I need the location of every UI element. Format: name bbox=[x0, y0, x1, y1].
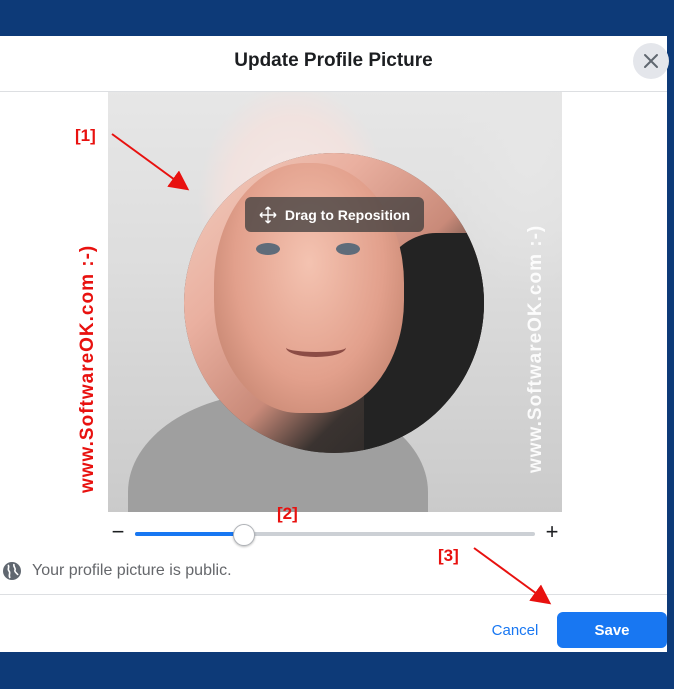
close-button[interactable] bbox=[633, 43, 669, 79]
drag-hint-label: Drag to Reposition bbox=[284, 206, 411, 223]
zoom-out-button[interactable]: − bbox=[110, 520, 126, 544]
zoom-slider[interactable] bbox=[135, 524, 535, 546]
zoom-slider-handle[interactable] bbox=[233, 524, 255, 546]
dialog-title: Update Profile Picture bbox=[234, 50, 433, 71]
save-button[interactable]: Save bbox=[557, 612, 667, 648]
zoom-control: − + bbox=[108, 518, 562, 548]
update-profile-picture-dialog: Update Profile Picture Drag to Repositio… bbox=[0, 36, 669, 652]
photo-crop-area[interactable]: Drag to Reposition bbox=[108, 92, 562, 512]
cancel-button[interactable]: Cancel bbox=[484, 612, 546, 648]
annotation-label-3: [3] bbox=[438, 546, 459, 565]
right-eye bbox=[336, 243, 360, 255]
move-arrows-icon bbox=[259, 206, 277, 223]
privacy-notice: Your profile picture is public. bbox=[2, 560, 232, 582]
left-eye bbox=[256, 243, 280, 255]
close-icon bbox=[644, 54, 658, 68]
footer-divider bbox=[0, 594, 667, 595]
window-right-edge bbox=[667, 0, 674, 689]
privacy-notice-text: Your profile picture is public. bbox=[32, 562, 232, 579]
watermark-right: www.SoftwareOK.com :-) bbox=[525, 224, 546, 473]
zoom-in-button[interactable]: + bbox=[544, 520, 560, 544]
annotation-label-2: [2] bbox=[277, 504, 298, 523]
mouth bbox=[286, 338, 346, 357]
window-top-bar bbox=[0, 0, 674, 36]
annotation-label-1: [1] bbox=[75, 126, 96, 145]
dialog-header: Update Profile Picture bbox=[0, 36, 669, 92]
drag-to-reposition-hint[interactable]: Drag to Reposition bbox=[245, 197, 424, 232]
zoom-slider-fill bbox=[135, 532, 243, 536]
watermark-left: www.SoftwareOK.com :-) bbox=[77, 244, 98, 493]
window-bottom-bar bbox=[0, 652, 674, 689]
globe-icon bbox=[3, 562, 21, 580]
